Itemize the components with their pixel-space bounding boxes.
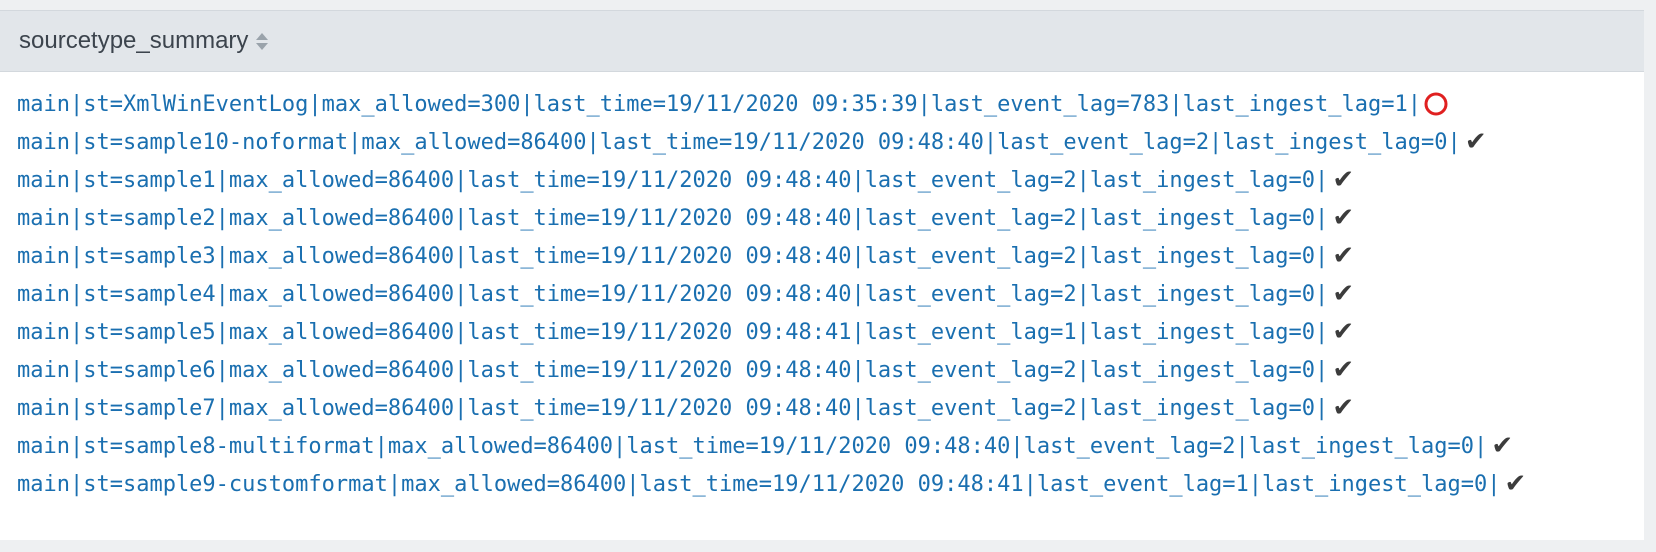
column-header-label: sourcetype_summary bbox=[19, 27, 249, 54]
table-row: main|st=sample10-noformat|max_allowed=86… bbox=[17, 123, 1637, 161]
check-icon: ✔ bbox=[1332, 241, 1355, 271]
check-icon: ✔ bbox=[1332, 279, 1355, 309]
check-icon: ✔ bbox=[1464, 127, 1487, 157]
column-header-sourcetype-summary[interactable]: sourcetype_summary bbox=[0, 10, 1644, 72]
table-row: main|st=sample8-multiformat|max_allowed=… bbox=[17, 427, 1637, 465]
row-value-link[interactable]: main|st=sample6|max_allowed=86400|last_t… bbox=[17, 358, 1328, 383]
check-icon: ✔ bbox=[1332, 317, 1355, 347]
table-row: main|st=sample2|max_allowed=86400|last_t… bbox=[17, 199, 1637, 237]
table-body: main|st=XmlWinEventLog|max_allowed=300|l… bbox=[17, 85, 1637, 503]
circle-icon bbox=[1423, 91, 1449, 117]
row-value-link[interactable]: main|st=sample1|max_allowed=86400|last_t… bbox=[17, 168, 1328, 193]
check-icon: ✔ bbox=[1504, 469, 1527, 499]
row-value-link[interactable]: main|st=XmlWinEventLog|max_allowed=300|l… bbox=[17, 92, 1421, 117]
check-icon: ✔ bbox=[1332, 203, 1355, 233]
row-value-link[interactable]: main|st=sample7|max_allowed=86400|last_t… bbox=[17, 396, 1328, 421]
table-row: main|st=sample7|max_allowed=86400|last_t… bbox=[17, 389, 1637, 427]
row-value-link[interactable]: main|st=sample3|max_allowed=86400|last_t… bbox=[17, 244, 1328, 269]
table-row: main|st=sample4|max_allowed=86400|last_t… bbox=[17, 275, 1637, 313]
row-value-link[interactable]: main|st=sample9-customformat|max_allowed… bbox=[17, 472, 1500, 497]
row-value-link[interactable]: main|st=sample8-multiformat|max_allowed=… bbox=[17, 434, 1487, 459]
table-row: main|st=sample5|max_allowed=86400|last_t… bbox=[17, 313, 1637, 351]
check-icon: ✔ bbox=[1491, 431, 1514, 461]
row-value-link[interactable]: main|st=sample2|max_allowed=86400|last_t… bbox=[17, 206, 1328, 231]
table-row: main|st=sample6|max_allowed=86400|last_t… bbox=[17, 351, 1637, 389]
row-value-link[interactable]: main|st=sample5|max_allowed=86400|last_t… bbox=[17, 320, 1328, 345]
table-row: main|st=sample9-customformat|max_allowed… bbox=[17, 465, 1637, 503]
table-row: main|st=sample3|max_allowed=86400|last_t… bbox=[17, 237, 1637, 275]
check-icon: ✔ bbox=[1332, 393, 1355, 423]
table-row: main|st=XmlWinEventLog|max_allowed=300|l… bbox=[17, 85, 1637, 123]
row-value-link[interactable]: main|st=sample10-noformat|max_allowed=86… bbox=[17, 130, 1461, 155]
check-icon: ✔ bbox=[1332, 165, 1355, 195]
table-row: main|st=sample1|max_allowed=86400|last_t… bbox=[17, 161, 1637, 199]
sort-icon[interactable] bbox=[256, 32, 269, 50]
row-value-link[interactable]: main|st=sample4|max_allowed=86400|last_t… bbox=[17, 282, 1328, 307]
check-icon: ✔ bbox=[1332, 355, 1355, 385]
results-table: sourcetype_summary main|st=XmlWinEventLo… bbox=[0, 10, 1644, 540]
